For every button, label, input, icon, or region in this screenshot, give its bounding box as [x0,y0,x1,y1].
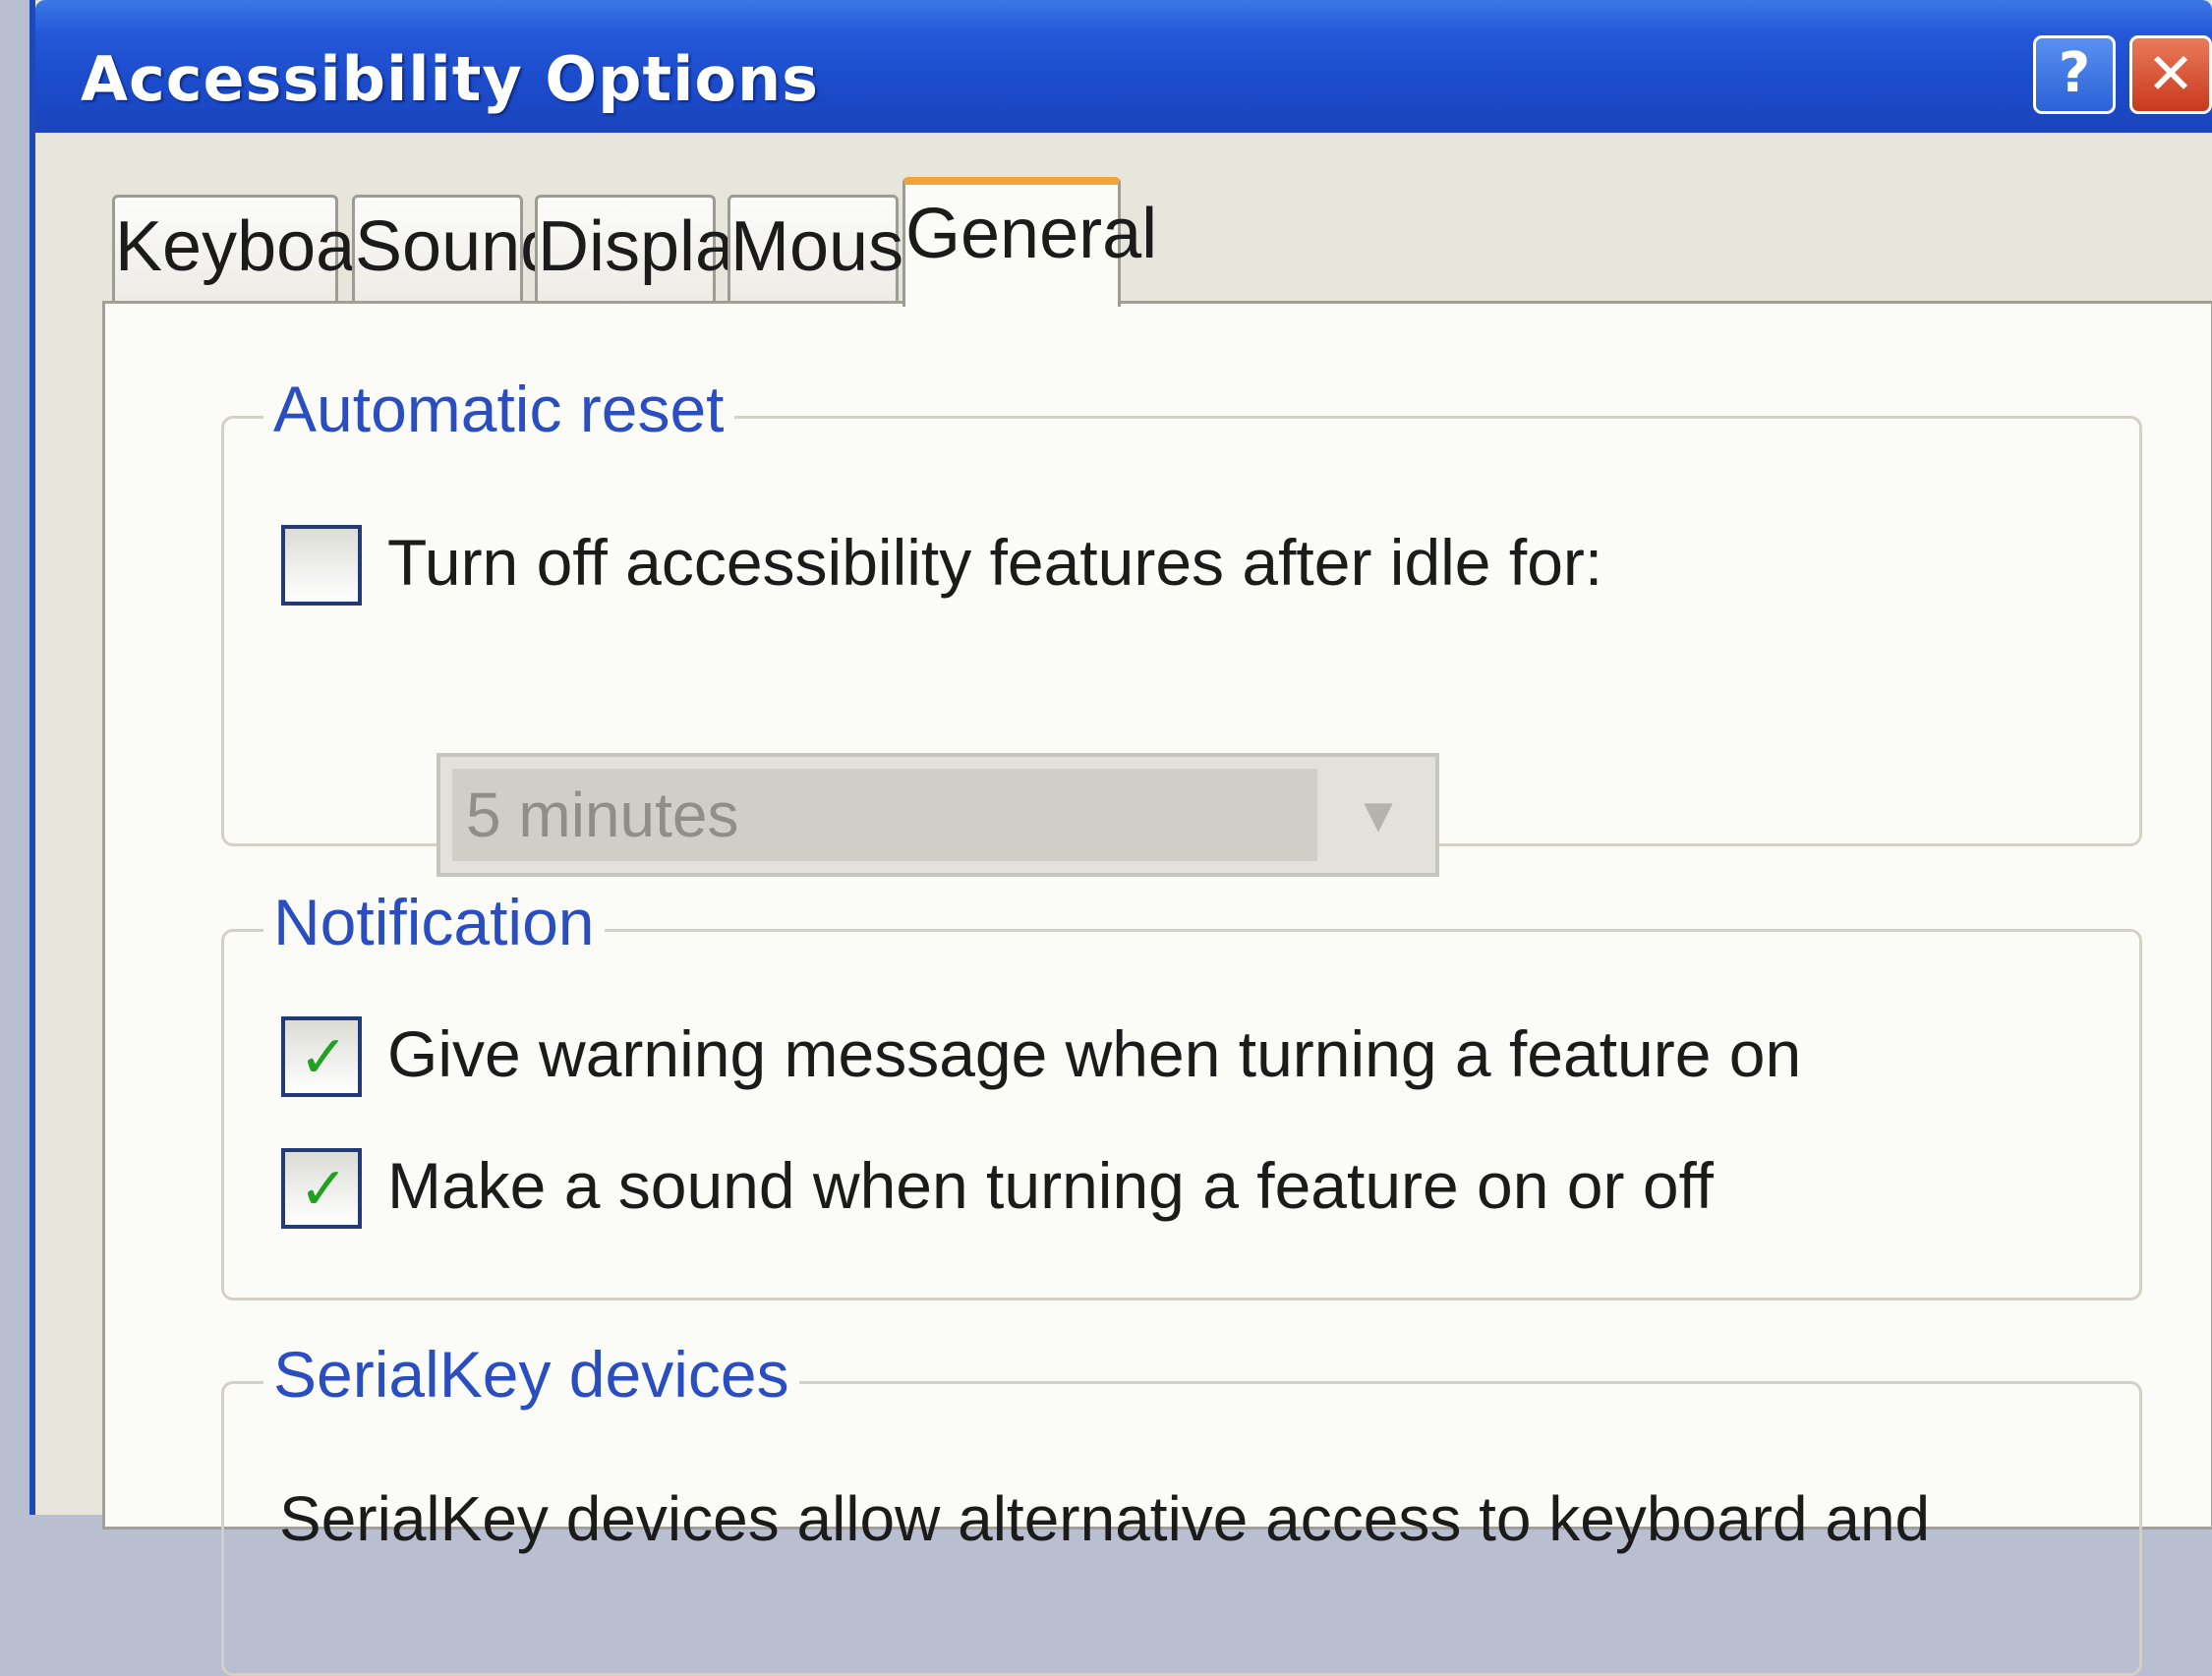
warning-message-label[interactable]: Give warning message when turning a feat… [387,1016,1801,1091]
general-tab-panel: Automatic reset Turn off accessibility f… [102,301,2212,1676]
tab-general[interactable]: General [902,177,1157,307]
warning-message-checkbox[interactable]: ✓ [281,1016,362,1097]
notification-title: Notification [263,885,605,959]
serialkey-group: SerialKey devices SerialKey devices allo… [221,1337,2142,1676]
checkmark-icon: ✓ [299,1155,349,1224]
automatic-reset-title: Automatic reset [263,372,734,446]
automatic-reset-group: Automatic reset Turn off accessibility f… [221,372,2142,877]
chevron-down-icon: ▼ [1333,769,1424,861]
sound-feedback-label[interactable]: Make a sound when turning a feature on o… [387,1148,1714,1223]
serialkey-title: SerialKey devices [263,1337,799,1412]
title-bar[interactable]: Accessibility Options ? ✕ [35,0,2212,133]
notification-group: Notification ✓ Give warning message when… [221,885,2142,1300]
serialkey-description: SerialKey devices allow alternative acce… [279,1483,1931,1554]
checkmark-icon: ✓ [299,1023,349,1092]
idle-duration-select: 5 minutes ▼ [437,753,1439,877]
close-icon[interactable]: ✕ [2129,35,2212,114]
sound-feedback-checkbox[interactable]: ✓ [281,1148,362,1229]
idle-duration-value: 5 minutes [452,769,1317,861]
tab-display[interactable]: Display [535,195,770,305]
idle-turnoff-label[interactable]: Turn off accessibility features after id… [387,525,1602,600]
idle-turnoff-checkbox[interactable] [281,525,362,606]
tab-mouse[interactable]: Mouse [728,195,943,305]
help-icon[interactable]: ? [2033,35,2116,114]
accessibility-options-window: Accessibility Options ? ✕ Keyboard Sound… [29,0,2212,1676]
tab-keyboard[interactable]: Keyboard [112,195,418,305]
window-title: Accessibility Options [81,43,819,115]
tab-sound[interactable]: Sound [352,195,559,305]
